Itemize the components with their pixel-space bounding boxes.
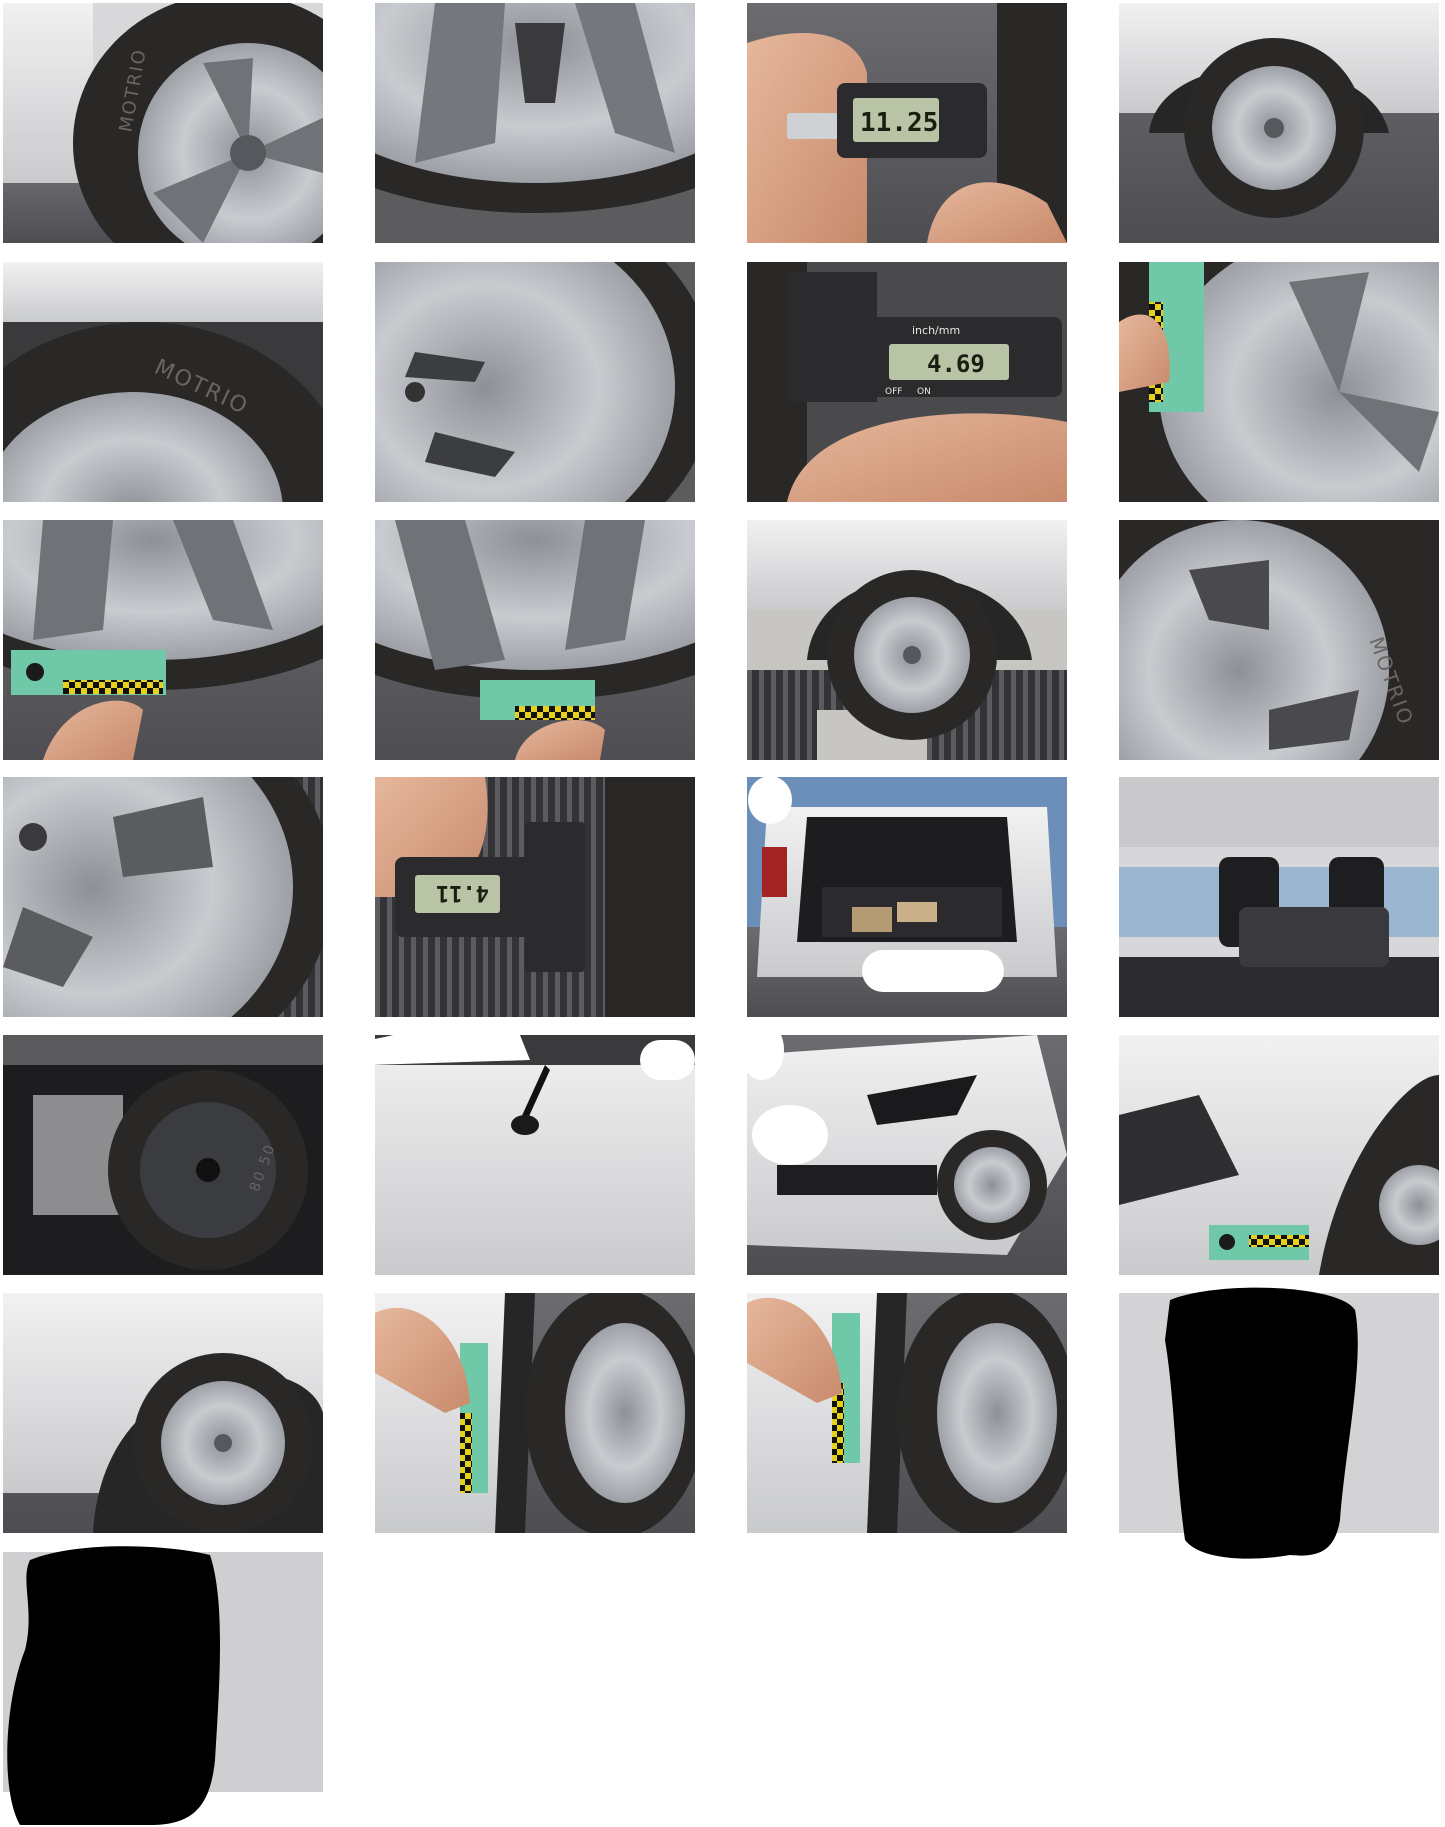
photo-23-ruler-on-fender[interactable] <box>747 1293 1067 1533</box>
photo-14-tread-depth-gauge[interactable]: 4.11 <box>375 777 695 1017</box>
photo-16-cabin-interior[interactable] <box>1119 777 1439 1017</box>
photo-4-side-wheel-view[interactable] <box>1119 3 1439 243</box>
gauge-reading-photo-7: 4.69 <box>927 350 985 378</box>
photo-8-ruler-on-rim[interactable] <box>1119 262 1439 502</box>
photo-21-side-wheel[interactable] <box>3 1293 323 1533</box>
photo-18-roof-antenna[interactable] <box>375 1035 695 1275</box>
gauge-unit-label: inch/mm <box>912 324 960 337</box>
photo-12-rim-brake-disc[interactable]: MOTRIO <box>1119 520 1439 760</box>
photo-15-open-trunk[interactable] <box>747 777 1067 1017</box>
photo-17-spare-wheel[interactable]: 80 50 <box>3 1035 323 1275</box>
photo-9-ruler-on-tire[interactable] <box>3 520 323 760</box>
photo-10-ruler-on-tire[interactable] <box>375 520 695 760</box>
gauge-reading-photo-3: 11.25 <box>860 108 938 138</box>
gauge-reading-photo-14: 4.11 <box>436 880 489 905</box>
photo-24-grey-background-redacted[interactable] <box>1119 1293 1439 1533</box>
photo-3-tread-depth-gauge[interactable]: 11.25 <box>747 3 1067 243</box>
photo-25-grey-background-redacted[interactable] <box>3 1552 323 1792</box>
photo-6-rim-spokes[interactable] <box>375 262 695 502</box>
photo-22-ruler-on-fender[interactable] <box>375 1293 695 1533</box>
photo-1-front-wheel-closeup[interactable]: MOTRIO <box>3 3 323 243</box>
gauge-off-label: OFF <box>885 387 902 397</box>
photo-5-tire-sidewall-brand[interactable]: MOTRIO <box>3 262 323 502</box>
photo-13-rim-closeup[interactable] <box>3 777 323 1017</box>
photo-20-rear-panel-scratch[interactable] <box>1119 1035 1439 1275</box>
gauge-on-label: ON <box>917 387 931 397</box>
photo-11-wheel-over-grate[interactable] <box>747 520 1067 760</box>
photo-19-front-bumper[interactable] <box>747 1035 1067 1275</box>
photo-7-tread-depth-gauge[interactable]: inch/mm 4.69 OFF ON <box>747 262 1067 502</box>
photo-2-rim-tire-sidewall[interactable] <box>375 3 695 243</box>
